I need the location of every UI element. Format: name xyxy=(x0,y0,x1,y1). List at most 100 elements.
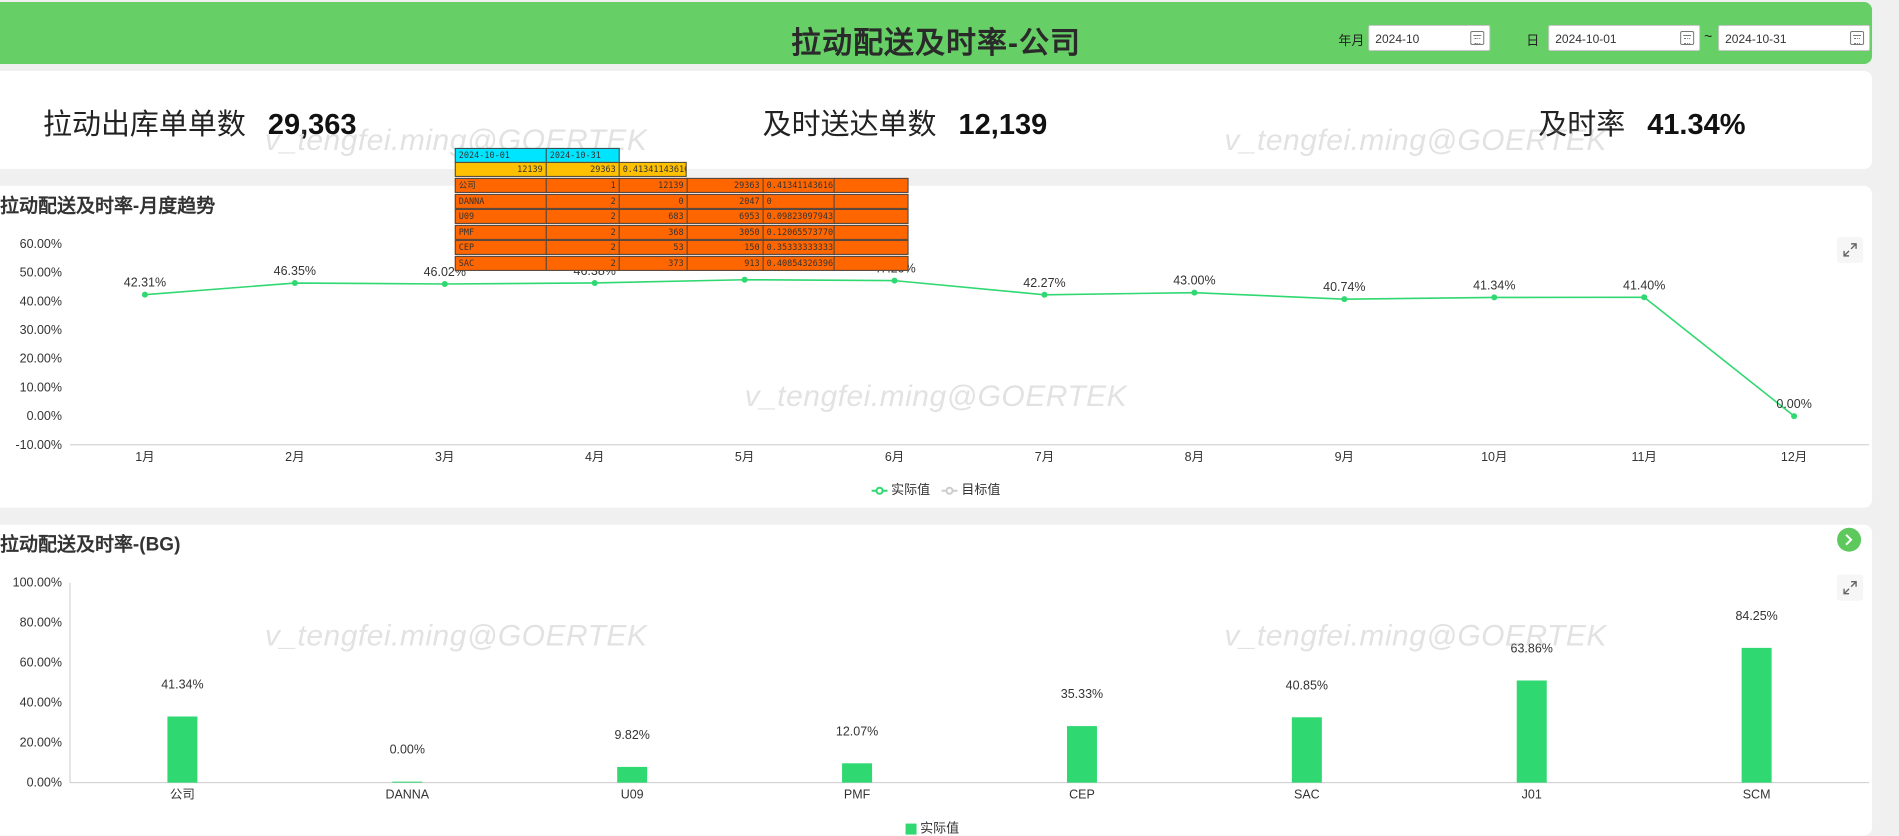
popup-cell: 0.41341143616 xyxy=(762,177,835,193)
date-from-picker[interactable]: 2024-10-01 xyxy=(1548,24,1701,51)
data-point xyxy=(291,280,298,287)
calendar-icon[interactable] xyxy=(1850,30,1865,45)
bar xyxy=(1741,647,1772,783)
data-label: 0.00% xyxy=(390,743,425,757)
popup-cell xyxy=(833,208,909,224)
data-label: 40.74% xyxy=(1323,280,1365,294)
y-tick-label: 20.00% xyxy=(20,736,62,750)
x-tick-label: 11月 xyxy=(1631,450,1656,464)
x-tick-label: CEP xyxy=(1069,788,1095,802)
range-separator: ~ xyxy=(1704,27,1713,44)
y-tick-label: 100.00% xyxy=(13,576,62,590)
popup-cell: 6953 xyxy=(686,208,764,224)
popup-cell: 0.12065573770 xyxy=(762,224,835,240)
monthly-trend-panel: 拉动配送及时率-月度趋势 60.00% 50.00% 40.00% 30.00% 20.… xyxy=(0,185,1873,508)
x-tick-label: 12月 xyxy=(1781,450,1807,464)
calendar-icon[interactable] xyxy=(1470,30,1485,45)
data-point xyxy=(1641,294,1648,301)
bar xyxy=(1291,717,1322,783)
y-tick-label: 0.00% xyxy=(27,409,62,423)
data-label: 0.00% xyxy=(1776,397,1811,411)
x-tick-label: 3月 xyxy=(435,450,454,464)
data-label: 43.00% xyxy=(1173,274,1215,288)
calendar-icon[interactable] xyxy=(1680,30,1695,45)
y-tick-label: 10.00% xyxy=(20,380,62,394)
year-month-picker[interactable]: 2024-10 xyxy=(1368,24,1491,51)
legend-target-label: 目标值 xyxy=(961,481,1001,497)
date-from-value: 2024-10-01 xyxy=(1555,31,1617,46)
bar-legend: 实际值 xyxy=(905,818,960,836)
data-point xyxy=(1191,289,1198,296)
monthly-trend-chart: 60.00%50.00%40.00%30.00%20.00%10.00%0.00… xyxy=(15,237,1870,464)
kpi-outbound: 拉动出库单单数 29,363 xyxy=(43,101,357,143)
popup-cell: 3050 xyxy=(686,224,764,240)
date-to-picker[interactable]: 2024-10-31 xyxy=(1718,24,1871,51)
bg-panel: 拉动配送及时率-(BG) 100.00% 80.00% 60.00% 40.00% 20… xyxy=(0,524,1873,836)
x-tick-label: 5月 xyxy=(735,450,754,464)
x-tick-label: 6月 xyxy=(885,450,904,464)
data-label: 9.82% xyxy=(614,728,649,742)
legend-bar-label: 实际值 xyxy=(920,820,960,836)
popup-cell xyxy=(833,239,909,255)
header-bar: 拉动配送及时率-公司 年月 2024-10 日 2024-10-01 ~ 202… xyxy=(0,1,1873,64)
y-tick-label: 0.00% xyxy=(27,776,62,790)
popup-cell: 0.35333333333 xyxy=(762,239,835,255)
data-point xyxy=(141,291,148,298)
line-legend: 实际值 目标值 xyxy=(871,479,1001,498)
kpi-outbound-label: 拉动出库单单数 xyxy=(42,108,246,141)
data-point xyxy=(591,279,598,286)
popup-cell: 0.09823097943 xyxy=(762,208,835,224)
popup-cell: PMF xyxy=(454,224,547,240)
kpi-outbound-value: 29,363 xyxy=(267,108,357,141)
popup-date-cell: 2024-10-31 xyxy=(545,147,620,163)
x-tick-label: PMF xyxy=(844,788,871,802)
data-label: 41.34% xyxy=(161,678,203,692)
popup-cell: 0 xyxy=(618,193,688,209)
expand-icon[interactable] xyxy=(1837,574,1864,601)
y-tick-label: -10.00% xyxy=(15,438,62,452)
popup-cell: 0.40854326396 xyxy=(762,255,835,271)
data-point xyxy=(1491,294,1498,301)
y-tick-label: 20.00% xyxy=(20,352,62,366)
kpi-ontime: 及时送达单数 12,139 xyxy=(763,101,1048,143)
x-tick-label: 公司 xyxy=(170,788,195,802)
bg-bar-chart: 100.00% 80.00% 60.00% 40.00% 20.00% 0.00% 公司 41… xyxy=(13,576,1870,802)
data-point xyxy=(441,281,448,287)
popup-cell: 1 xyxy=(545,177,620,193)
data-point xyxy=(741,276,748,283)
popup-cell: U09 xyxy=(454,208,547,224)
popup-total-cell: 29363 xyxy=(545,161,620,177)
data-label: 40.85% xyxy=(1286,678,1328,692)
popup-cell: 913 xyxy=(686,255,764,271)
x-tick-label: DANNA xyxy=(385,788,429,802)
popup-cell: 2 xyxy=(545,255,620,271)
x-tick-label: U09 xyxy=(621,788,644,802)
popup-cell: 2 xyxy=(545,224,620,240)
popup-total-cell: 0.41341143616 xyxy=(618,161,687,177)
y-tick-label: 60.00% xyxy=(20,237,62,251)
y-tick-label: 40.00% xyxy=(20,696,62,710)
data-point xyxy=(1341,296,1348,303)
popup-cell: DANNA xyxy=(454,193,547,209)
next-icon[interactable] xyxy=(1837,527,1862,552)
bar xyxy=(392,781,423,783)
data-point xyxy=(891,277,898,284)
popup-cell: 373 xyxy=(618,255,688,271)
expand-icon[interactable] xyxy=(1837,236,1864,263)
actual-series-line xyxy=(144,278,1795,417)
x-tick-label: 7月 xyxy=(1035,450,1054,464)
x-tick-label: 1月 xyxy=(135,450,154,464)
popup-cell: 2 xyxy=(545,208,620,224)
legend-bar-swatch xyxy=(905,823,917,835)
legend-actual-label: 实际值 xyxy=(891,481,931,497)
popup-cell: 2 xyxy=(545,193,620,209)
popup-cell: 150 xyxy=(686,239,764,255)
x-tick-label: 10月 xyxy=(1481,450,1507,464)
popup-cell: 12139 xyxy=(618,177,688,193)
bar xyxy=(1066,726,1097,783)
popup-cell: 53 xyxy=(618,239,688,255)
data-point xyxy=(1791,413,1798,420)
legend-target-marker xyxy=(941,486,958,495)
year-month-label: 年月 xyxy=(1338,32,1365,48)
monthly-trend-title: 拉动配送及时率-月度趋势 xyxy=(0,195,216,217)
